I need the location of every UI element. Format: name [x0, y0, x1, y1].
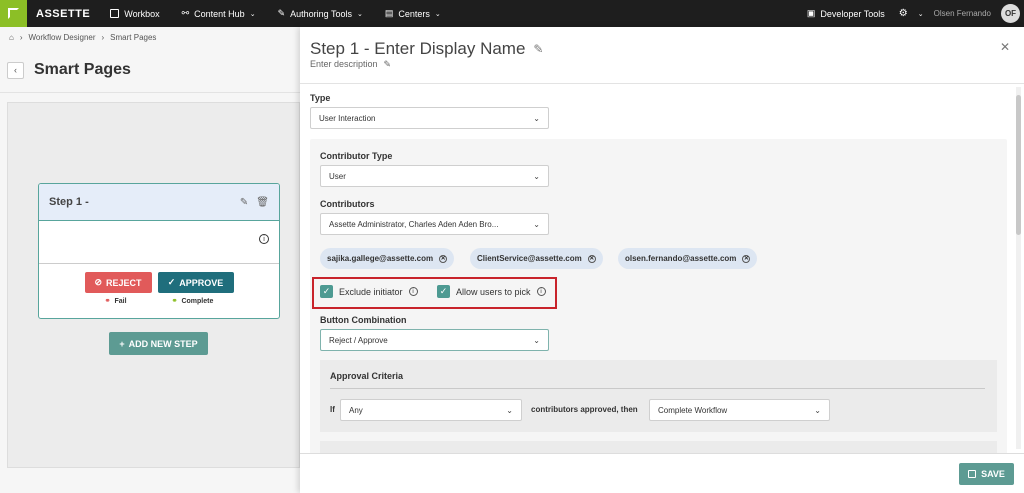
ban-icon: ⊘ — [94, 277, 103, 287]
nav-item-centers[interactable]: ▤ Centers ⌄ — [385, 8, 441, 19]
button-combination-label: Button Combination — [320, 315, 407, 325]
user-name: Olsen Fernando — [933, 9, 991, 18]
step-name: Step 1 - — [49, 196, 89, 208]
nav-item-workbox[interactable]: Workbox — [110, 9, 160, 19]
close-icon[interactable]: ✕ — [1000, 40, 1010, 54]
chevron-left-icon: ‹ — [14, 65, 17, 75]
contributor-type-label: Contributor Type — [320, 151, 393, 161]
page-title: Smart Pages — [34, 61, 131, 78]
pencil-icon[interactable]: ✎ — [384, 59, 392, 70]
chevron-down-icon: ⌄ — [533, 219, 540, 229]
contributors-approved-label: contributors approved, then — [531, 405, 638, 414]
link-icon: ⚭ — [171, 298, 178, 305]
contributor-chip: sajika.gallege@assette.com ✕ — [320, 248, 455, 269]
next-section — [320, 441, 997, 453]
developer-tools-link[interactable]: ▣ Developer Tools — [807, 8, 885, 19]
chevron-right-icon: › — [101, 33, 105, 42]
approval-criteria-title: Approval Criteria — [330, 371, 404, 381]
description-placeholder[interactable]: Enter description — [310, 59, 378, 70]
panel-footer: SAVE — [300, 453, 1024, 493]
scrollbar[interactable] — [1016, 87, 1021, 449]
link-icon: ⚭ — [104, 298, 111, 305]
approve-button[interactable]: ✓ APPROVE — [157, 272, 234, 293]
allow-users-to-pick-checkbox[interactable]: ✓ Allow users to pick i — [437, 285, 546, 298]
chevron-down-icon[interactable]: ⌄ — [918, 10, 924, 18]
home-icon[interactable]: ⌂ — [9, 33, 14, 42]
chevron-down-icon: ⌄ — [506, 405, 513, 415]
info-icon[interactable]: i — [259, 234, 269, 244]
contributors-select[interactable]: Assette Administrator, Charles Aden Aden… — [320, 213, 549, 235]
approval-count-select[interactable]: Any ⌄ — [340, 399, 522, 421]
pencil-icon[interactable]: ✎ — [533, 42, 543, 56]
assette-logo-icon[interactable] — [0, 0, 27, 27]
nav-item-content-hub[interactable]: ⚯ Content Hub ⌄ — [182, 8, 256, 19]
chevron-down-icon: ⌄ — [356, 10, 363, 18]
type-label: Type — [310, 93, 331, 103]
close-icon[interactable]: ✕ — [439, 254, 448, 263]
info-icon[interactable]: i — [408, 287, 418, 296]
then-action-select[interactable]: Complete Workflow ⌄ — [649, 399, 830, 421]
contributors-label: Contributors — [320, 199, 375, 209]
step-card[interactable]: Step 1 - ✎ 🗑 i ⊘ REJECT ✓ APPROVE ⚭ Fail … — [38, 183, 280, 319]
checkbox-checked-icon[interactable]: ✓ — [320, 285, 333, 298]
scrollbar-thumb[interactable] — [1016, 95, 1021, 235]
close-icon[interactable]: ✕ — [587, 254, 596, 263]
chevron-right-icon: › — [19, 33, 23, 42]
nav-item-authoring-tools[interactable]: ✎ Authoring Tools ⌄ — [278, 8, 363, 19]
chevron-down-icon: ⌄ — [533, 335, 540, 345]
trash-icon[interactable]: 🗑 — [256, 197, 269, 208]
workflow-page: ⌂ › Workflow Designer › Smart Pages ‹ Sm… — [0, 27, 300, 493]
share-icon: ⚯ — [181, 8, 190, 18]
contributor-chip: ClientService@assette.com ✕ — [470, 248, 603, 269]
plus-icon: + — [119, 338, 125, 349]
complete-label: Complete — [181, 297, 214, 305]
divider — [300, 83, 1024, 84]
approval-criteria-section: Approval Criteria If Any ⌄ contributors a… — [320, 360, 997, 432]
workbox-icon — [110, 9, 120, 18]
pencil-icon[interactable]: ✎ — [240, 197, 248, 208]
avatar[interactable]: OF — [1001, 4, 1020, 23]
chevron-down-icon: ⌄ — [434, 10, 441, 18]
gear-icon[interactable]: ⚙ — [899, 8, 908, 19]
fail-label: Fail — [114, 297, 127, 305]
back-button[interactable]: ‹ — [7, 61, 24, 79]
checkbox-checked-icon[interactable]: ✓ — [437, 285, 450, 298]
step-settings-panel: Step 1 - Enter Display Name ✎ Enter desc… — [300, 27, 1024, 493]
panel-title: Step 1 - Enter Display Name — [310, 39, 526, 58]
workflow-canvas: Step 1 - ✎ 🗑 i ⊘ REJECT ✓ APPROVE ⚭ Fail … — [7, 102, 300, 468]
contributor-chip: olsen.fernando@assette.com ✕ — [618, 248, 758, 269]
edit-icon: ✎ — [277, 8, 286, 18]
type-select[interactable]: User Interaction ⌄ — [310, 107, 549, 129]
breadcrumb-smart-pages: Smart Pages — [110, 33, 157, 42]
breadcrumb-workflow-designer[interactable]: Workflow Designer — [29, 33, 96, 42]
close-icon[interactable]: ✕ — [742, 254, 751, 263]
breadcrumb: ⌂ › Workflow Designer › Smart Pages — [9, 33, 156, 42]
chevron-down-icon: ⌄ — [814, 405, 821, 415]
divider — [330, 388, 985, 389]
save-button[interactable]: SAVE — [959, 463, 1014, 485]
button-combination-select[interactable]: Reject / Approve ⌄ — [320, 329, 549, 351]
window-icon: ▣ — [806, 8, 816, 18]
save-icon — [968, 470, 977, 478]
info-icon[interactable]: i — [536, 287, 546, 296]
document-icon: ▤ — [384, 8, 394, 18]
chevron-down-icon: ⌄ — [533, 113, 540, 123]
brand-name: ASSETTE — [36, 7, 91, 20]
add-new-step-button[interactable]: + ADD NEW STEP — [109, 332, 208, 355]
top-navigation-bar: ASSETTE Workbox ⚯ Content Hub ⌄ ✎ Author… — [0, 0, 1024, 27]
reject-button[interactable]: ⊘ REJECT — [84, 272, 152, 293]
chevron-down-icon: ⌄ — [533, 171, 540, 181]
exclude-initiator-checkbox[interactable]: ✓ Exclude initiator i — [320, 285, 418, 298]
divider — [0, 92, 300, 93]
check-icon: ✓ — [167, 277, 176, 287]
chevron-down-icon: ⌄ — [249, 10, 256, 18]
if-label: If — [330, 405, 335, 414]
contributor-type-select[interactable]: User ⌄ — [320, 165, 549, 187]
